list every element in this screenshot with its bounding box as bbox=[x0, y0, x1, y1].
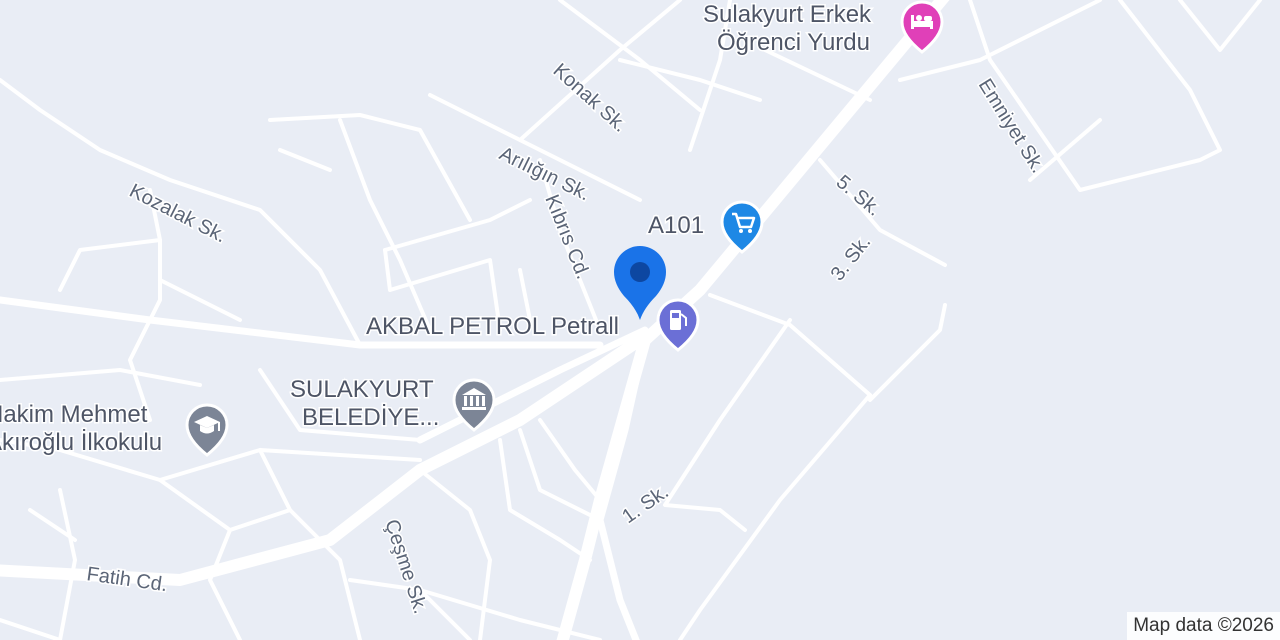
poi-municipality-name-line2: BELEDİYE... bbox=[302, 404, 439, 431]
poi-municipality-name-line1: SULAKYURT bbox=[290, 376, 434, 403]
map-attribution[interactable]: Map data ©2026 bbox=[1127, 612, 1280, 640]
poi-petrol-name: AKBAL PETROL Petrall bbox=[366, 313, 619, 340]
poi-school-name-line1: Hakim Mehmet bbox=[0, 401, 148, 428]
poi-a101-name: A101 bbox=[648, 212, 704, 239]
poi-dorm-name-line1: Sulakyurt Erkek bbox=[703, 1, 872, 28]
poi-dorm-name-line2: Öğrenci Yurdu bbox=[717, 29, 870, 56]
map-canvas[interactable]: Konak Sk. Arılığın Sk. Kıbrıs Cd. Kozala… bbox=[0, 0, 1280, 640]
poi-school-name-line2: Akıroğlu İlkokulu bbox=[0, 429, 162, 456]
